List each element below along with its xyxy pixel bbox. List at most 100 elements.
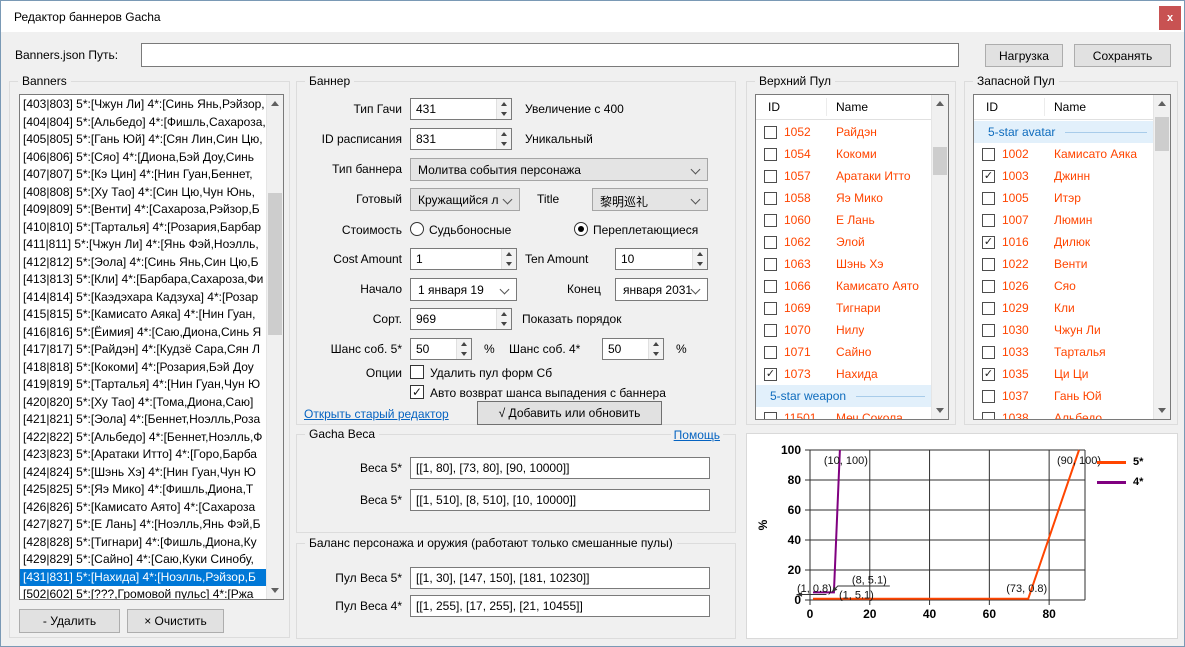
pool-row-checkbox[interactable]: [764, 192, 777, 205]
pool-weights5-input[interactable]: [[1, 30], [147, 150], [181, 10230]]: [410, 567, 710, 589]
spin-up-icon[interactable]: [497, 309, 511, 319]
pool-row[interactable]: ✓1016Дилюк: [974, 231, 1153, 253]
delete-banner-button[interactable]: - Удалить: [19, 609, 120, 633]
spin-down-icon[interactable]: [649, 349, 663, 359]
spin-up-icon[interactable]: [502, 249, 516, 259]
scroll-down-icon[interactable]: [932, 402, 948, 419]
pool-row[interactable]: 1030Чжун Ли: [974, 319, 1153, 341]
scroll-up-icon[interactable]: [267, 95, 283, 112]
pool-row-checkbox[interactable]: [764, 280, 777, 293]
spin-down-icon[interactable]: [457, 349, 471, 359]
spin-up-icon[interactable]: [497, 99, 511, 109]
scroll-down-icon[interactable]: [267, 582, 283, 599]
pool-row[interactable]: 1007Люмин: [974, 209, 1153, 231]
spin-up-icon[interactable]: [649, 339, 663, 349]
banner-list-item[interactable]: [412|812] 5*:[Эола] 4*:[Синь Янь,Син Цю,…: [20, 254, 266, 272]
spin-down-icon[interactable]: [497, 139, 511, 149]
banner-list-item[interactable]: [429|829] 5*:[Сайно] 4*:[Саю,Куки Синобу…: [20, 551, 266, 569]
scrollbar-thumb[interactable]: [933, 147, 947, 175]
chance4-stepper[interactable]: 50: [602, 338, 664, 360]
pool-row[interactable]: 1052Райдэн: [756, 121, 931, 143]
banner-list-item[interactable]: [417|817] 5*:[Райдэн] 4*:[Кудзё Сара,Сян…: [20, 341, 266, 359]
ten-amount-stepper[interactable]: 10: [615, 248, 708, 270]
pool-row-checkbox[interactable]: ✓: [982, 236, 995, 249]
banner-list-item[interactable]: [426|826] 5*:[Камисато Аято] 4*:[Сахароз…: [20, 499, 266, 517]
pool-row-checkbox[interactable]: [982, 258, 995, 271]
pool-row[interactable]: 1054Кокоми: [756, 143, 931, 165]
spin-down-icon[interactable]: [497, 319, 511, 329]
banner-list-item[interactable]: [403|803] 5*:[Чжун Ли] 4*:[Синь Янь,Рэйз…: [20, 96, 266, 114]
banner-list-item[interactable]: [428|828] 5*:[Тигнари] 4*:[Фишль,Диона,К…: [20, 534, 266, 552]
pool-weights4-input[interactable]: [[1, 255], [17, 255], [21, 10455]]: [410, 595, 710, 617]
pool-row-checkbox[interactable]: [982, 280, 995, 293]
pool-row[interactable]: 1033Тарталья: [974, 341, 1153, 363]
pool-row[interactable]: 11501Меч Сокола: [756, 407, 931, 419]
pool-row-checkbox[interactable]: ✓: [764, 368, 777, 381]
pool-row[interactable]: 1026Сяо: [974, 275, 1153, 297]
pool-row-checkbox[interactable]: [764, 126, 777, 139]
banner-list-item[interactable]: [411|811] 5*:[Чжун Ли] 4*:[Янь Фэй,Ноэлл…: [20, 236, 266, 254]
banners-listbox[interactable]: [403|803] 5*:[Чжун Ли] 4*:[Синь Янь,Рэйз…: [19, 94, 284, 600]
pool-row[interactable]: 1058Яэ Мико: [756, 187, 931, 209]
pool-row[interactable]: 1062Элой: [756, 231, 931, 253]
banner-list-item[interactable]: [407|807] 5*:[Кэ Цин] 4*:[Нин Гуан,Бенне…: [20, 166, 266, 184]
banner-list-item[interactable]: [413|813] 5*:[Кли] 4*:[Барбара,Сахароза,…: [20, 271, 266, 289]
old-editor-link[interactable]: Открыть старый редактор: [304, 407, 449, 421]
title-bar[interactable]: Редактор баннеров Gacha x: [1, 1, 1184, 32]
pool-row[interactable]: 1037Гань Юй: [974, 385, 1153, 407]
pool-row-checkbox[interactable]: [982, 148, 995, 161]
banner-list-item[interactable]: [405|805] 5*:[Гань Юй] 4*:[Сян Лин,Син Ц…: [20, 131, 266, 149]
chance5-stepper[interactable]: 50: [410, 338, 472, 360]
pool-row-checkbox[interactable]: ✓: [982, 170, 995, 183]
spin-up-icon[interactable]: [693, 249, 707, 259]
help-link[interactable]: Помощь: [671, 428, 723, 442]
scroll-up-icon[interactable]: [1154, 95, 1170, 112]
prefab-select[interactable]: Кружащийся л: [410, 188, 520, 211]
pool-row-checkbox[interactable]: [982, 214, 995, 227]
pool-row[interactable]: 1063Шэнь Хэ: [756, 253, 931, 275]
banner-list-item[interactable]: [420|820] 5*:[Ху Тао] 4*:[Тома,Диона,Саю…: [20, 394, 266, 412]
pool-row[interactable]: 1022Венти: [974, 253, 1153, 275]
banner-list-item[interactable]: [418|818] 5*:[Кокоми] 4*:[Розария,Бэй До…: [20, 359, 266, 377]
close-button[interactable]: x: [1159, 6, 1181, 30]
banner-list-item[interactable]: [408|808] 5*:[Ху Тао] 4*:[Син Цю,Чун Юнь…: [20, 184, 266, 202]
cost-radio-fate[interactable]: [410, 222, 424, 236]
pool-row[interactable]: ✓1003Джинн: [974, 165, 1153, 187]
save-button[interactable]: Сохранять: [1074, 44, 1171, 67]
backup-pool-list[interactable]: ID Name 5-star avatar1002Камисато Аяка✓1…: [973, 94, 1171, 420]
auto-return-checkbox[interactable]: ✓: [410, 385, 424, 399]
pool-row[interactable]: 1066Камисато Аято: [756, 275, 931, 297]
remove-pool-checkbox[interactable]: [410, 365, 424, 379]
pool-row-checkbox[interactable]: [764, 214, 777, 227]
banner-list-item[interactable]: [416|816] 5*:[Ёимия] 4*:[Саю,Диона,Синь …: [20, 324, 266, 342]
spin-up-icon[interactable]: [497, 129, 511, 139]
banner-list-item[interactable]: [424|824] 5*:[Шэнь Хэ] 4*:[Нин Гуан,Чун …: [20, 464, 266, 482]
banner-list-item[interactable]: [409|809] 5*:[Венти] 4*:[Сахароза,Рэйзор…: [20, 201, 266, 219]
scrollbar-thumb[interactable]: [268, 193, 282, 335]
load-button[interactable]: Нагрузка: [985, 44, 1063, 67]
pool-row[interactable]: 1069Тигнари: [756, 297, 931, 319]
pool-row-checkbox[interactable]: [982, 302, 995, 315]
banner-list-item[interactable]: [431|831] 5*:[Нахида] 4*:[Ноэлль,Рэйзор,…: [20, 569, 266, 587]
end-date-picker[interactable]: января 2031: [615, 278, 708, 301]
scroll-up-icon[interactable]: [932, 95, 948, 112]
pool-row-checkbox[interactable]: [982, 346, 995, 359]
weights4-input[interactable]: [[1, 510], [8, 510], [10, 10000]]: [410, 489, 710, 511]
weights5-input[interactable]: [[1, 80], [73, 80], [90, 10000]]: [410, 457, 710, 479]
cost-amount-stepper[interactable]: 1: [410, 248, 517, 270]
spin-up-icon[interactable]: [457, 339, 471, 349]
banner-list-item[interactable]: [427|827] 5*:[Е Лань] 4*:[Ноэлль,Янь Фэй…: [20, 516, 266, 534]
banner-list-item[interactable]: [422|822] 5*:[Альбедо] 4*:[Беннет,Ноэлль…: [20, 429, 266, 447]
cost-radio-intertwined[interactable]: [574, 222, 588, 236]
pool-row[interactable]: 1057Аратаки Итто: [756, 165, 931, 187]
clear-banners-button[interactable]: × Очистить: [127, 609, 224, 633]
pool-row[interactable]: 1002Камисато Аяка: [974, 143, 1153, 165]
upper-pool-scrollbar[interactable]: [931, 95, 948, 419]
backup-pool-scrollbar[interactable]: [1153, 95, 1170, 419]
pool-row[interactable]: 1060Е Лань: [756, 209, 931, 231]
pool-row[interactable]: ✓1073Нахида: [756, 363, 931, 385]
banner-list-item[interactable]: [404|804] 5*:[Альбедо] 4*:[Фишль,Сахароз…: [20, 114, 266, 132]
pool-row[interactable]: 1071Сайно: [756, 341, 931, 363]
scroll-down-icon[interactable]: [1154, 402, 1170, 419]
pool-row-checkbox[interactable]: [982, 192, 995, 205]
